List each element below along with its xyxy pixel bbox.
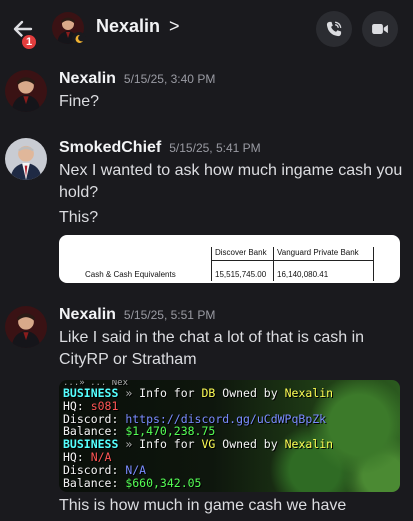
avatar[interactable] xyxy=(5,70,47,112)
table-cell: Cash & Cash Equivalents xyxy=(85,270,176,279)
game-chat-line: Balance: $660,342.05 xyxy=(63,475,202,490)
table-header: Discover Bank xyxy=(215,248,267,257)
message-text: Like I said in the chat a lot of that is… xyxy=(59,329,365,368)
author-name: Nexalin xyxy=(59,70,116,87)
chevron-right-icon: > xyxy=(169,16,180,36)
unread-badge: 1 xyxy=(20,33,38,51)
chat-header: 1 Nexalin > xyxy=(0,0,413,58)
channel-title[interactable]: Nexalin > xyxy=(96,16,180,37)
image-attachment-table[interactable]: Discover Bank Vanguard Private Bank Cash… xyxy=(59,235,400,283)
avatar[interactable] xyxy=(5,306,47,348)
phone-icon xyxy=(326,21,342,37)
message-timestamp: 5/15/25, 3:40 PM xyxy=(123,72,216,86)
avatar[interactable] xyxy=(5,138,47,180)
author-name: Nexalin xyxy=(59,306,116,323)
channel-name: Nexalin xyxy=(96,16,161,36)
voice-call-button[interactable] xyxy=(316,11,352,47)
message-timestamp: 5/15/25, 5:41 PM xyxy=(169,141,261,155)
message-author[interactable]: Nexalin 5/15/25, 5:51 PM xyxy=(59,306,215,324)
message-timestamp: 5/15/25, 5:51 PM xyxy=(123,308,216,322)
table-header: Vanguard Private Bank xyxy=(277,248,359,257)
message-text: This is how much in game cash we have xyxy=(59,497,347,514)
video-call-button[interactable] xyxy=(362,11,398,47)
table-cell: 15,515,745.00 xyxy=(215,270,267,279)
message-text: Fine? xyxy=(59,93,100,110)
image-attachment-game-chat[interactable]: ...» ... Nex BUSINESS » Info for DB Owne… xyxy=(59,380,400,492)
message-author[interactable]: SmokedChief 5/15/25, 5:41 PM xyxy=(59,139,261,157)
status-moon-icon xyxy=(72,32,86,46)
message-text: Nex I wanted to ask how much ingame cash… xyxy=(59,162,403,201)
message-author[interactable]: Nexalin 5/15/25, 3:40 PM xyxy=(59,70,215,88)
game-chat-line: BUSINESS » Info for VG Owned by Nexalin xyxy=(63,437,334,452)
message-text: This? xyxy=(59,209,99,226)
video-camera-icon xyxy=(372,24,388,34)
table-cell: 16,140,080.41 xyxy=(277,270,329,279)
author-name: SmokedChief xyxy=(59,139,162,156)
